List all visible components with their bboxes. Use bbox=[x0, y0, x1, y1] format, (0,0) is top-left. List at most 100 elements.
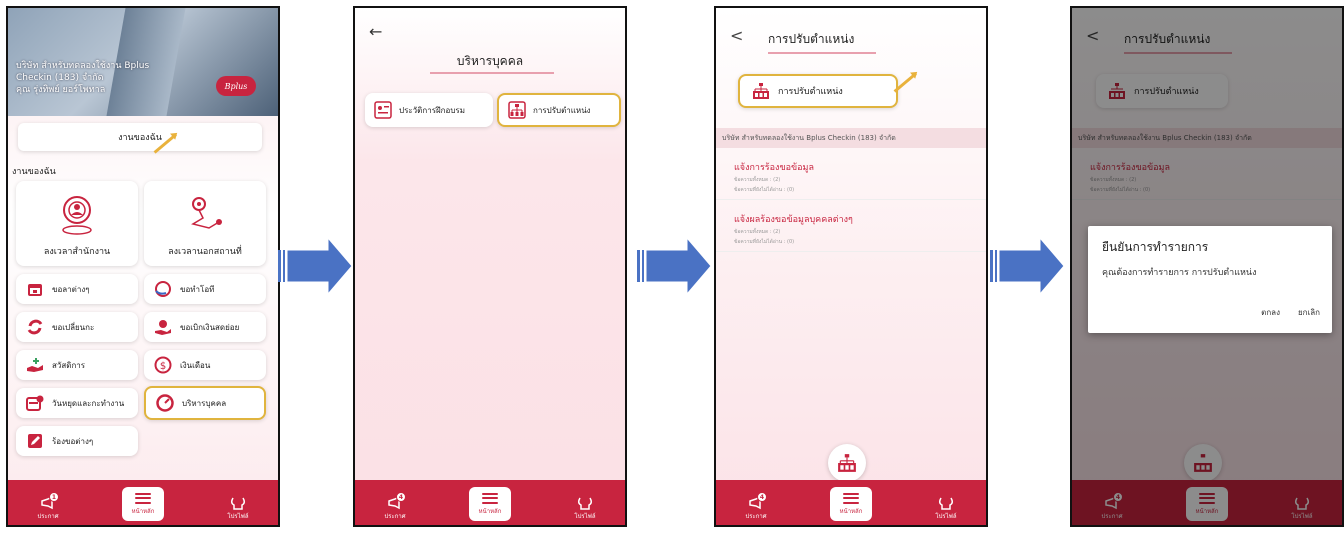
hr-management-label: บริหารบุคคล bbox=[182, 398, 227, 408]
title-underline bbox=[430, 72, 554, 74]
nav-profile[interactable]: โปรไฟล์ bbox=[926, 496, 966, 521]
nav-news-label: ประกาศ bbox=[745, 513, 767, 520]
hr-management-screen: ← บริหารบุคคล ประวัติการฝึกอบรม การปรับต… bbox=[353, 6, 627, 527]
list-item[interactable]: แจ้งการร้องขอข้อมูล ข้อความทั้งหมด : (2)… bbox=[716, 152, 986, 200]
my-work-button[interactable]: งานของฉัน bbox=[18, 123, 262, 151]
nav-profile[interactable]: โปรไฟล์ bbox=[565, 496, 605, 521]
item-title: แจ้งการร้องขอข้อมูล bbox=[734, 163, 815, 173]
item-total: ข้อความทั้งหมด : (2) bbox=[734, 177, 781, 183]
profile-icon bbox=[938, 497, 954, 510]
overtime-request-button[interactable]: ขอทำโอที bbox=[144, 274, 266, 304]
salary-coin-icon: $ bbox=[154, 356, 172, 374]
request-edit-icon bbox=[26, 432, 44, 450]
office-checkin-card[interactable]: ลงเวลาสำนักงาน bbox=[16, 181, 138, 266]
profile-icon bbox=[230, 497, 246, 510]
bplus-logo: Bplus bbox=[216, 76, 256, 96]
profile-icon bbox=[577, 497, 593, 510]
item-title: แจ้งผลร้องขอข้อมูลบุคคลต่างๆ bbox=[734, 215, 853, 225]
dialog-message: คุณต้องการทำรายการ การปรับตำแหน่ง bbox=[1102, 268, 1257, 278]
office-checkin-label: ลงเวลาสำนักงาน bbox=[43, 247, 111, 257]
bottom-nav: 1 ประกาศ หน้าหลัก โปรไฟล์ bbox=[8, 480, 278, 525]
menu-icon bbox=[135, 492, 151, 504]
menu-icon bbox=[482, 492, 498, 504]
gauge-icon bbox=[156, 394, 174, 412]
tab-position-label: การปรับตำแหน่ง bbox=[533, 105, 591, 115]
shift-change-label: ขอเปลี่ยนกะ bbox=[52, 322, 95, 332]
requests-button[interactable]: ร้องขอต่างๆ bbox=[16, 426, 138, 456]
salary-button[interactable]: $ เงินเดือน bbox=[144, 350, 266, 380]
welfare-button[interactable]: สวัสดิการ bbox=[16, 350, 138, 380]
dialog-title: ยืนยันการทำรายการ bbox=[1102, 240, 1209, 254]
company-header: บริษัท สำหรับทดลองใช้งาน Bplus Checkin (… bbox=[716, 128, 986, 148]
org-chart-icon bbox=[507, 100, 527, 120]
list-item[interactable]: แจ้งผลร้องขอข้อมูลบุคคลต่างๆ ข้อความทั้ง… bbox=[716, 204, 986, 252]
dialog-actions: ตกลง ยกเลิก bbox=[1261, 306, 1320, 319]
page-title: บริหารบุคคล bbox=[456, 54, 524, 68]
bottom-nav: 4 ประกาศ หน้าหลัก โปรไฟล์ bbox=[716, 480, 986, 525]
swap-icon bbox=[26, 318, 44, 336]
nav-home-label: หน้าหลัก bbox=[131, 507, 155, 515]
nav-profile-label: โปรไฟล์ bbox=[935, 513, 957, 520]
org-chart-icon bbox=[753, 83, 769, 99]
back-chevron-icon[interactable]: < bbox=[730, 26, 743, 45]
title-underline bbox=[768, 52, 876, 54]
flow-arrow-icon bbox=[637, 238, 712, 294]
welfare-hand-icon bbox=[26, 356, 44, 374]
news-badge: 4 bbox=[757, 492, 767, 502]
bottom-nav: 4 ประกาศ หน้าหลัก โปรไฟล์ bbox=[355, 480, 625, 525]
person-pin-icon bbox=[62, 196, 92, 235]
back-arrow-icon[interactable]: ← bbox=[369, 22, 382, 41]
add-fab-button[interactable] bbox=[828, 444, 866, 482]
item-total: ข้อความทั้งหมด : (2) bbox=[734, 229, 781, 235]
page-title: การปรับตำแหน่ง bbox=[768, 32, 855, 46]
confirm-dialog: ยืนยันการทำรายการ คุณต้องการทำรายการ การ… bbox=[1088, 226, 1332, 333]
nav-news[interactable]: 4 ประกาศ bbox=[736, 492, 776, 521]
requests-label: ร้องขอต่างๆ bbox=[52, 436, 94, 446]
item-unread: ข้อความที่ยังไม่ได้อ่าน : (0) bbox=[734, 239, 795, 245]
news-badge: 4 bbox=[396, 492, 406, 502]
nav-home[interactable]: หน้าหลัก bbox=[469, 487, 511, 521]
cash-hand-icon bbox=[154, 318, 172, 336]
tab-training-label: ประวัติการฝึกอบรม bbox=[399, 105, 465, 115]
ot-clock-icon bbox=[154, 280, 172, 298]
banner-text: บริษัท สำหรับทดลองใช้งาน Bplus Checkin (… bbox=[16, 60, 149, 96]
nav-news[interactable]: 1 ประกาศ bbox=[28, 492, 68, 521]
my-work-label: งานของฉัน bbox=[118, 133, 162, 143]
ok-button[interactable]: ตกลง bbox=[1261, 306, 1280, 319]
news-badge: 1 bbox=[49, 492, 59, 502]
holiday-shift-button[interactable]: วันหยุดและกะทำงาน bbox=[16, 388, 138, 418]
background bbox=[355, 8, 625, 525]
route-pin-icon bbox=[191, 197, 222, 229]
item-unread: ข้อความที่ยังไม่ได้อ่าน : (0) bbox=[734, 187, 795, 193]
company-banner: บริษัท สำหรับทดลองใช้งาน Bplus Checkin (… bbox=[8, 8, 278, 116]
nav-home[interactable]: หน้าหลัก bbox=[122, 487, 164, 521]
nav-home-label: หน้าหลัก bbox=[478, 507, 502, 515]
hr-management-button[interactable]: บริหารบุคคล bbox=[144, 386, 266, 420]
petty-cash-button[interactable]: ขอเบิกเงินสดย่อย bbox=[144, 312, 266, 342]
tab-position-adjustment[interactable]: การปรับตำแหน่ง bbox=[497, 93, 621, 127]
leave-request-label: ขอลาต่างๆ bbox=[52, 284, 90, 294]
offsite-checkin-card[interactable]: ลงเวลานอกสถานที่ bbox=[144, 181, 266, 266]
salary-label: เงินเดือน bbox=[180, 360, 211, 370]
leave-request-button[interactable]: ขอลาต่างๆ bbox=[16, 274, 138, 304]
org-chart-icon bbox=[838, 454, 856, 472]
nav-news-label: ประกาศ bbox=[384, 513, 406, 520]
nav-news[interactable]: 4 ประกาศ bbox=[375, 492, 415, 521]
nav-home[interactable]: หน้าหลัก bbox=[830, 487, 872, 521]
offsite-checkin-label: ลงเวลานอกสถานที่ bbox=[168, 247, 242, 257]
cancel-button[interactable]: ยกเลิก bbox=[1298, 306, 1320, 319]
svg-text:$: $ bbox=[160, 361, 166, 372]
shift-change-button[interactable]: ขอเปลี่ยนกะ bbox=[16, 312, 138, 342]
training-icon bbox=[373, 100, 393, 120]
nav-profile-label: โปรไฟล์ bbox=[574, 513, 596, 520]
menu-icon bbox=[843, 492, 859, 504]
petty-cash-label: ขอเบิกเงินสดย่อย bbox=[180, 322, 240, 332]
welfare-label: สวัสดิการ bbox=[52, 360, 86, 370]
user-name: คุณ รุ่งทิพย์ ยอร์โพทาล bbox=[16, 85, 106, 95]
position-adjustment-button[interactable]: การปรับตำแหน่ง bbox=[738, 74, 898, 108]
holiday-shift-label: วันหยุดและกะทำงาน bbox=[52, 398, 125, 408]
tab-training-history[interactable]: ประวัติการฝึกอบรม bbox=[365, 93, 493, 127]
nav-profile[interactable]: โปรไฟล์ bbox=[218, 496, 258, 521]
calendar-icon bbox=[26, 280, 44, 298]
position-adjustment-screen: < การปรับตำแหน่ง การปรับตำแหน่ง บริษัท ส… bbox=[714, 6, 988, 527]
